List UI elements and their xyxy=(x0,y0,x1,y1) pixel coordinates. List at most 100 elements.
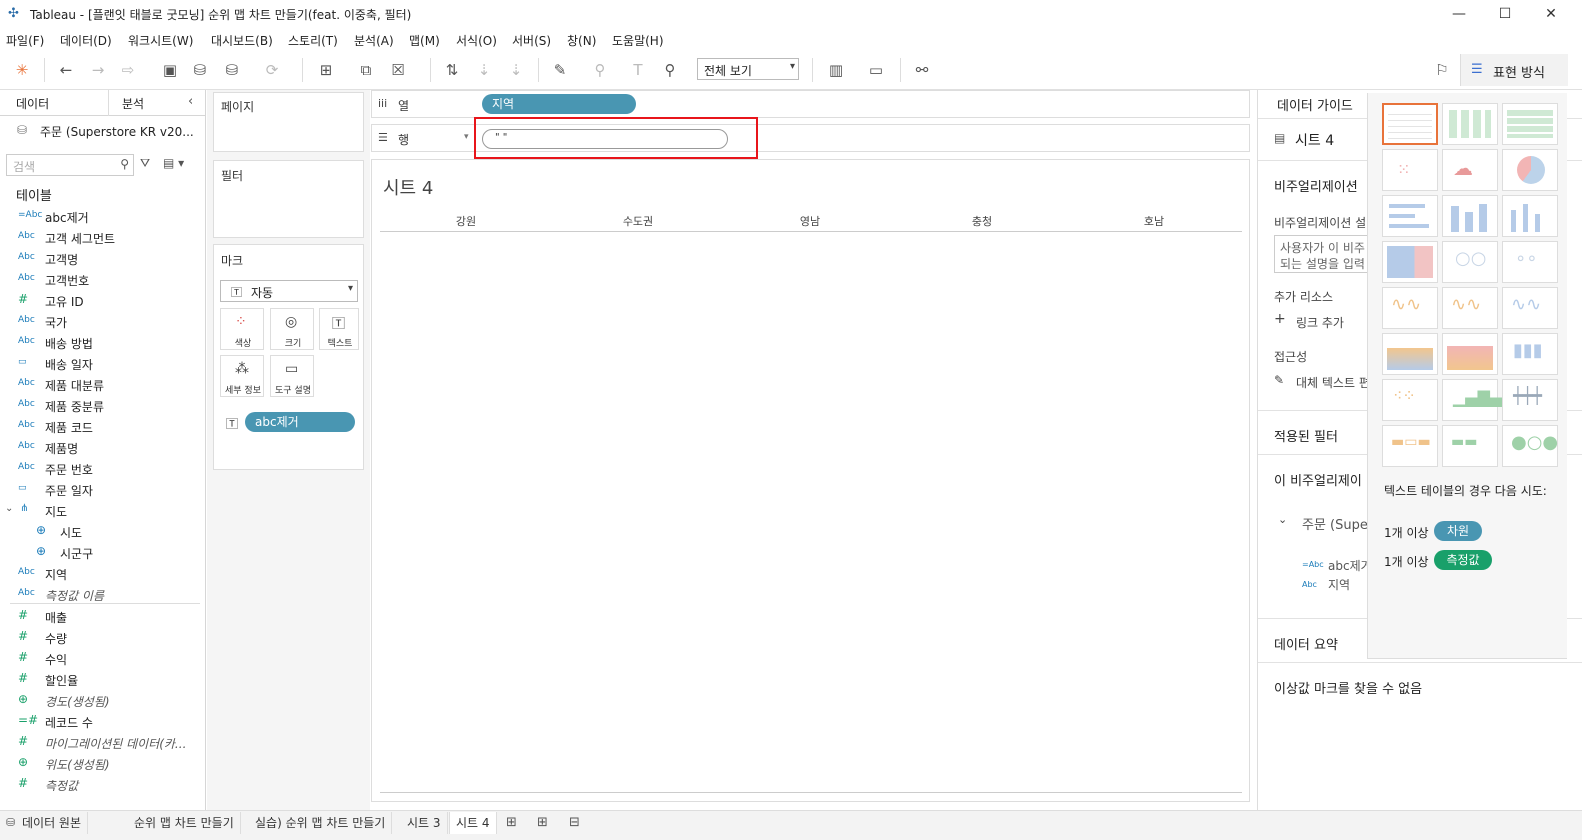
menu-story[interactable]: 스토리(T) xyxy=(288,32,338,49)
tab-datasource[interactable]: 데이터 원본 xyxy=(16,812,89,834)
field-item[interactable]: Abc 제품명 xyxy=(0,437,206,458)
menu-window[interactable]: 창(N) xyxy=(567,32,596,49)
chart-type-text-table[interactable] xyxy=(1382,103,1438,145)
tooltip-button[interactable]: ▭ 도구 설명 xyxy=(270,355,314,397)
field-item[interactable]: # 수익 xyxy=(0,648,206,669)
field-item[interactable]: Abc 측정값 이름 xyxy=(0,584,206,605)
text-pill[interactable]: abc제거 xyxy=(245,412,355,432)
column-header[interactable]: 영남 xyxy=(724,213,896,229)
chart-type-hbar[interactable] xyxy=(1382,195,1438,237)
close-button[interactable]: ✕ xyxy=(1540,4,1562,24)
size-button[interactable]: ◎ 크기 xyxy=(270,308,314,350)
redo-icon[interactable]: → xyxy=(88,60,108,80)
chart-type-line-continuous[interactable]: ∿∿ xyxy=(1382,287,1438,329)
column-header[interactable]: 강원 xyxy=(380,213,552,229)
chart-type-dual-combination[interactable]: ▮▮▮ xyxy=(1502,333,1558,375)
tab-sheet[interactable]: 순위 맵 차트 만들기 xyxy=(128,812,241,834)
chart-type-highlight-table[interactable] xyxy=(1502,103,1558,145)
chart-type-heatmap[interactable] xyxy=(1442,103,1498,145)
show-cards-icon[interactable]: ▥ xyxy=(826,60,846,80)
geo-group[interactable]: ⌄ ⋔ 지도 xyxy=(0,500,206,521)
field-item[interactable]: Abc 고객명 xyxy=(0,248,206,269)
new-sheet-icon[interactable]: ⊞ xyxy=(316,60,336,80)
chart-type-circle-view[interactable]: ○○ xyxy=(1442,241,1498,283)
chart-type-treemap[interactable] xyxy=(1382,241,1438,283)
share-icon[interactable]: ⚯ xyxy=(912,60,932,80)
search-input[interactable]: 검색 ⚲ xyxy=(6,154,134,176)
save-icon[interactable]: ▣ xyxy=(160,60,180,80)
field-item[interactable]: # 할인율 xyxy=(0,669,206,690)
chart-type-scatter[interactable]: ⁖⁘ xyxy=(1382,379,1438,421)
tab-sheet[interactable]: 시트 3 xyxy=(401,812,448,834)
group-icon[interactable]: ⚲ xyxy=(590,60,610,80)
new-worksheet-icon[interactable]: ⊞ xyxy=(506,815,517,830)
column-header[interactable]: 수도권 xyxy=(552,213,724,229)
chart-type-side-circles[interactable]: ∘∘ xyxy=(1502,241,1558,283)
field-item[interactable]: Abc 제품 대분류 xyxy=(0,374,206,395)
chart-type-histogram[interactable]: ▁▄▇▄ xyxy=(1442,379,1502,421)
filter-fields-icon[interactable]: ⛛ xyxy=(140,156,150,171)
filters-card[interactable]: 필터 xyxy=(213,160,364,238)
columns-shelf[interactable]: iii 열 지역 xyxy=(371,90,1250,118)
menu-dashboard[interactable]: 대시보드(B) xyxy=(211,32,273,49)
field-item[interactable]: Abc 고객 세그먼트 xyxy=(0,227,206,248)
maximize-button[interactable]: ☐ xyxy=(1494,4,1516,24)
menu-analysis[interactable]: 분석(A) xyxy=(354,32,394,49)
pencil-icon[interactable]: ✎ xyxy=(1274,373,1284,387)
datasource-item[interactable]: ⛁ 주문 (Superstore KR v20... xyxy=(0,118,206,144)
view-mode-icon[interactable]: ▤ ▾ xyxy=(163,156,184,170)
refresh-icon[interactable]: ⟳ xyxy=(262,60,282,80)
tab-analysis[interactable]: 분석 xyxy=(122,95,144,112)
minimize-button[interactable]: — xyxy=(1448,4,1470,24)
duplicate-sheet-icon[interactable]: ⧉ xyxy=(356,60,376,80)
view-select[interactable]: 전체 보기 ▾ xyxy=(697,58,799,80)
field-item[interactable]: Abc 주문 번호 xyxy=(0,458,206,479)
sort-desc-icon[interactable]: ⇣ xyxy=(506,60,526,80)
tab-data[interactable]: 데이터 xyxy=(16,95,49,112)
chevron-down-icon[interactable]: ⌄ xyxy=(1278,513,1287,526)
column-header[interactable]: 충청 xyxy=(896,213,1068,229)
columns-pill[interactable]: 지역 xyxy=(482,94,636,114)
chart-type-symbol-map[interactable]: ⁙ xyxy=(1382,149,1438,191)
detail-button[interactable]: ⁂ 세부 정보 xyxy=(220,355,264,397)
tab-sheet[interactable]: 실습) 순위 맵 차트 만들기 xyxy=(249,812,393,834)
plus-icon[interactable]: + xyxy=(1274,311,1286,327)
new-dashboard-icon[interactable]: ⊞ xyxy=(537,815,548,830)
fix-axes-icon[interactable]: ⚲ xyxy=(660,60,680,80)
replay-icon[interactable]: ⇨ xyxy=(118,60,138,80)
chart-type-area-discrete[interactable] xyxy=(1442,333,1498,375)
field-item[interactable]: ⊕ 시군구 xyxy=(0,542,206,563)
collapse-pane-icon[interactable]: ‹ xyxy=(188,94,193,109)
field-item[interactable]: # 마이그레이션된 데이터(카... xyxy=(0,732,206,753)
text-button[interactable]: 🅃 텍스트 xyxy=(319,308,359,350)
menu-server[interactable]: 서버(S) xyxy=(512,32,551,49)
chart-type-pie[interactable] xyxy=(1502,149,1558,191)
tableau-home-icon[interactable]: ✳ xyxy=(12,60,32,80)
pause-updates-icon[interactable]: ⛁ xyxy=(222,60,242,80)
labels-icon[interactable]: T xyxy=(628,60,648,80)
field-item[interactable]: Abc 지역 xyxy=(0,563,206,584)
menu-help[interactable]: 도움말(H) xyxy=(612,32,664,49)
field-item[interactable]: Abc 국가 xyxy=(0,311,206,332)
new-story-icon[interactable]: ⊟ xyxy=(569,815,580,830)
menu-file[interactable]: 파일(F) xyxy=(6,32,44,49)
sort-asc-icon[interactable]: ⇣ xyxy=(474,60,494,80)
clear-sheet-icon[interactable]: ☒ xyxy=(388,60,408,80)
column-header[interactable]: 호남 xyxy=(1068,213,1240,229)
mark-type-select[interactable]: 🅃 자동 ▾ xyxy=(220,280,358,302)
field-item[interactable]: =# 레코드 수 xyxy=(0,711,206,732)
field-item[interactable]: Abc 고객번호 xyxy=(0,269,206,290)
chart-type-dual-line[interactable]: ∿∿ xyxy=(1502,287,1558,329)
highlight-icon[interactable]: ✎ xyxy=(550,60,570,80)
pin-icon[interactable]: ⚐ xyxy=(1432,60,1452,80)
color-button[interactable]: ⁘ 색상 xyxy=(220,308,264,350)
field-item[interactable]: ⊕ 경도(생성됨) xyxy=(0,690,206,711)
tab-sheet-active[interactable]: 시트 4 xyxy=(449,812,497,834)
add-link-link[interactable]: 링크 추가 xyxy=(1296,314,1344,331)
chart-type-stacked-bar[interactable] xyxy=(1442,195,1498,237)
swap-icon[interactable]: ⇅ xyxy=(442,60,462,80)
menu-worksheet[interactable]: 워크시트(W) xyxy=(128,32,193,49)
menu-map[interactable]: 맵(M) xyxy=(409,32,440,49)
undo-icon[interactable]: ← xyxy=(56,60,76,80)
menu-format[interactable]: 서식(O) xyxy=(456,32,497,49)
